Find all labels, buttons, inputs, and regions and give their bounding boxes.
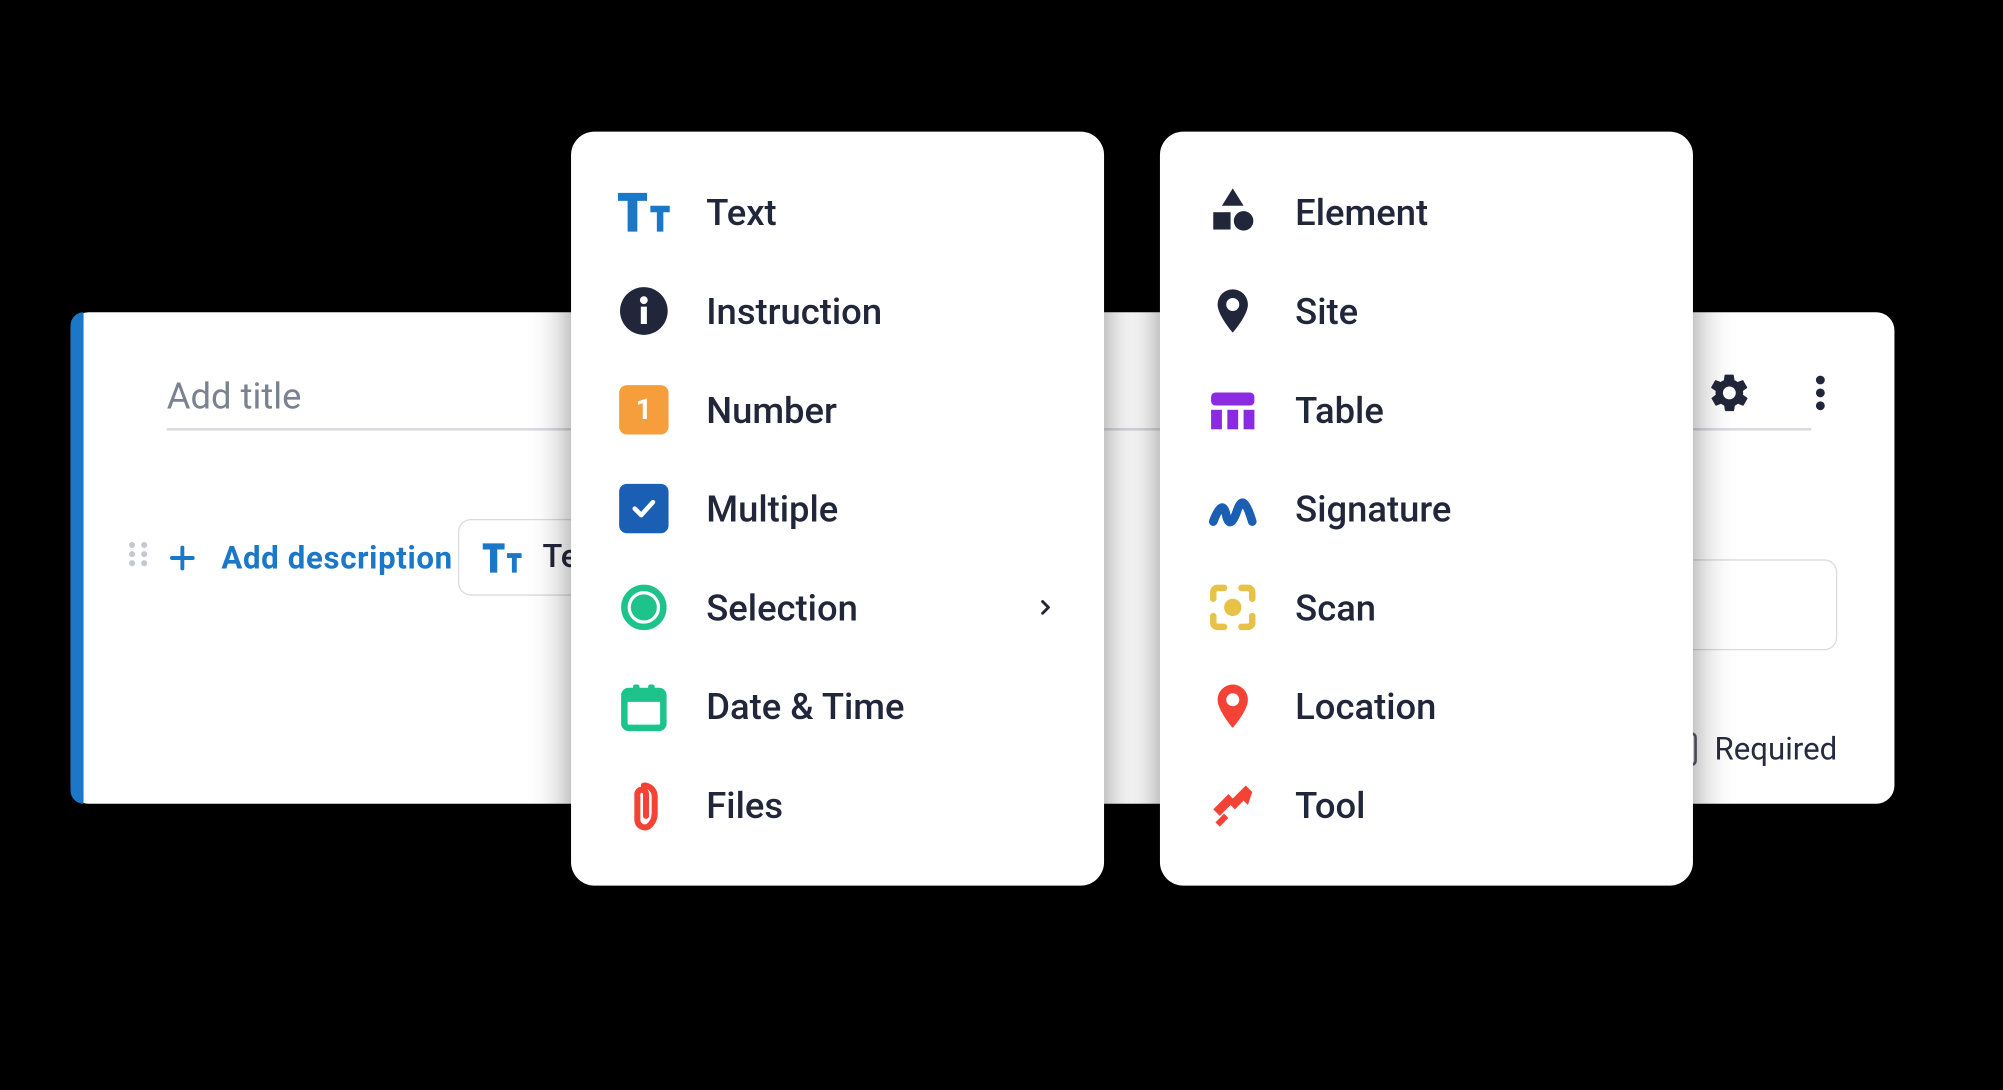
location-pin-icon bbox=[1206, 680, 1258, 732]
menu-item-files[interactable]: Files bbox=[571, 756, 1104, 855]
menu-item-tool[interactable]: Tool bbox=[1159, 756, 1692, 855]
menu-item-label: Element bbox=[1295, 191, 1646, 234]
drag-handle-icon[interactable] bbox=[119, 536, 155, 572]
plus-icon bbox=[166, 542, 197, 573]
menu-item-signature[interactable]: Signature bbox=[1159, 459, 1692, 558]
menu-item-label: Table bbox=[1295, 388, 1646, 431]
editor-actions bbox=[1707, 371, 1842, 415]
field-type-menu-col2: Element Site Table Signature Scan bbox=[1159, 132, 1692, 886]
scan-icon bbox=[1206, 581, 1258, 633]
menu-item-label: Files bbox=[706, 784, 1057, 827]
title-placeholder: Add title bbox=[166, 375, 301, 418]
menu-item-instruction[interactable]: Instruction bbox=[571, 262, 1104, 361]
menu-item-label: Date & Time bbox=[706, 685, 1057, 728]
menu-item-selection[interactable]: Selection bbox=[571, 558, 1104, 657]
chevron-right-icon bbox=[1033, 596, 1056, 619]
add-description-label: Add description bbox=[221, 539, 452, 575]
signature-icon bbox=[1206, 483, 1258, 535]
menu-item-scan[interactable]: Scan bbox=[1159, 558, 1692, 657]
menu-item-location[interactable]: Location bbox=[1159, 657, 1692, 756]
more-button[interactable] bbox=[1798, 371, 1842, 415]
tool-icon bbox=[1206, 779, 1258, 831]
radio-selected-icon bbox=[617, 581, 669, 633]
text-type-icon bbox=[482, 542, 521, 573]
editor-accent-bar bbox=[70, 312, 83, 803]
menu-item-label: Scan bbox=[1295, 586, 1646, 629]
menu-item-label: Instruction bbox=[706, 290, 1057, 333]
menu-item-text[interactable]: Text bbox=[571, 163, 1104, 262]
menu-item-number[interactable]: 1 Number bbox=[571, 360, 1104, 459]
number-icon: 1 bbox=[617, 384, 669, 436]
text-icon bbox=[617, 186, 669, 238]
info-icon bbox=[617, 285, 669, 337]
menu-item-label: Selection bbox=[706, 586, 997, 629]
menu-item-label: Signature bbox=[1295, 487, 1646, 530]
required-label: Required bbox=[1714, 731, 1837, 767]
pin-icon bbox=[1206, 285, 1258, 337]
menu-item-label: Site bbox=[1295, 290, 1646, 333]
menu-item-multiple[interactable]: Multiple bbox=[571, 459, 1104, 558]
checkbox-checked-icon bbox=[617, 483, 669, 535]
menu-item-label: Tool bbox=[1295, 784, 1646, 827]
menu-item-label: Location bbox=[1295, 685, 1646, 728]
gear-icon bbox=[1707, 371, 1751, 415]
menu-item-date-time[interactable]: Date & Time bbox=[571, 657, 1104, 756]
paperclip-icon bbox=[617, 779, 669, 831]
shapes-icon bbox=[1206, 186, 1258, 238]
field-type-menu-col1: Text Instruction 1 Number Multiple bbox=[571, 132, 1104, 886]
menu-item-label: Text bbox=[706, 191, 1057, 234]
more-vertical-icon bbox=[1798, 371, 1842, 415]
menu-item-label: Multiple bbox=[706, 487, 1057, 530]
settings-button[interactable] bbox=[1707, 371, 1751, 415]
table-icon bbox=[1206, 384, 1258, 436]
calendar-icon bbox=[617, 680, 669, 732]
menu-item-label: Number bbox=[706, 388, 1057, 431]
menu-item-element[interactable]: Element bbox=[1159, 163, 1692, 262]
add-description-button[interactable]: Add description bbox=[166, 539, 452, 575]
menu-item-table[interactable]: Table bbox=[1159, 360, 1692, 459]
menu-item-site[interactable]: Site bbox=[1159, 262, 1692, 361]
